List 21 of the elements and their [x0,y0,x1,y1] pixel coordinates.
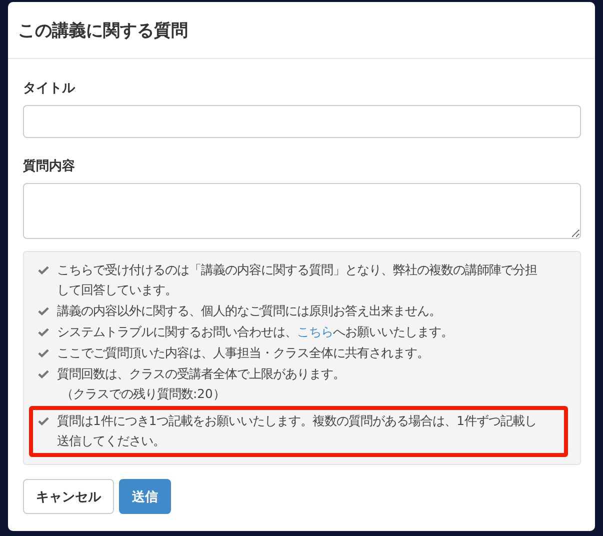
note-text: ここでご質問頂いた内容は、人事担当・クラス全体に共有されます。 [57,346,429,360]
submit-button[interactable]: 送信 [119,479,171,514]
note-text: システムトラブルに関するお問い合わせは、こちらへお願いいたします。 [57,325,453,339]
note-text: こちらで受け付けるのは「講義の内容に関する質問」となり、弊社の複数の講師陣で分担して回答しています。 [57,263,537,297]
cancel-button[interactable]: キャンセル [23,479,114,514]
text-area[interactable] [23,183,581,239]
check-icon [38,416,49,426]
note-text: 質問回数は、クラスの受講者全体で上限があります。 [57,367,345,381]
field-label: 質問内容 [23,158,76,176]
check-icon [38,265,49,275]
check-icon [38,306,49,316]
note-text: 講義の内容以外に関する、個人的なご質問には原則お答え出来ません。 [57,304,441,318]
link[interactable]: こちら [297,325,333,339]
check-icon [38,348,49,358]
note-text: （クラスでの残り質問数:20） [60,386,226,403]
check-icon [38,369,49,379]
field-label: タイトル [23,80,76,98]
input-field[interactable] [23,105,581,138]
dialog-title: この講義に関する質問 [18,20,188,42]
check-icon [38,327,49,337]
note-text: 質問は1件につき1つ記載をお願いいたします。複数の質問がある場合は、1件ずつ記載し送信してください。 [57,414,536,448]
